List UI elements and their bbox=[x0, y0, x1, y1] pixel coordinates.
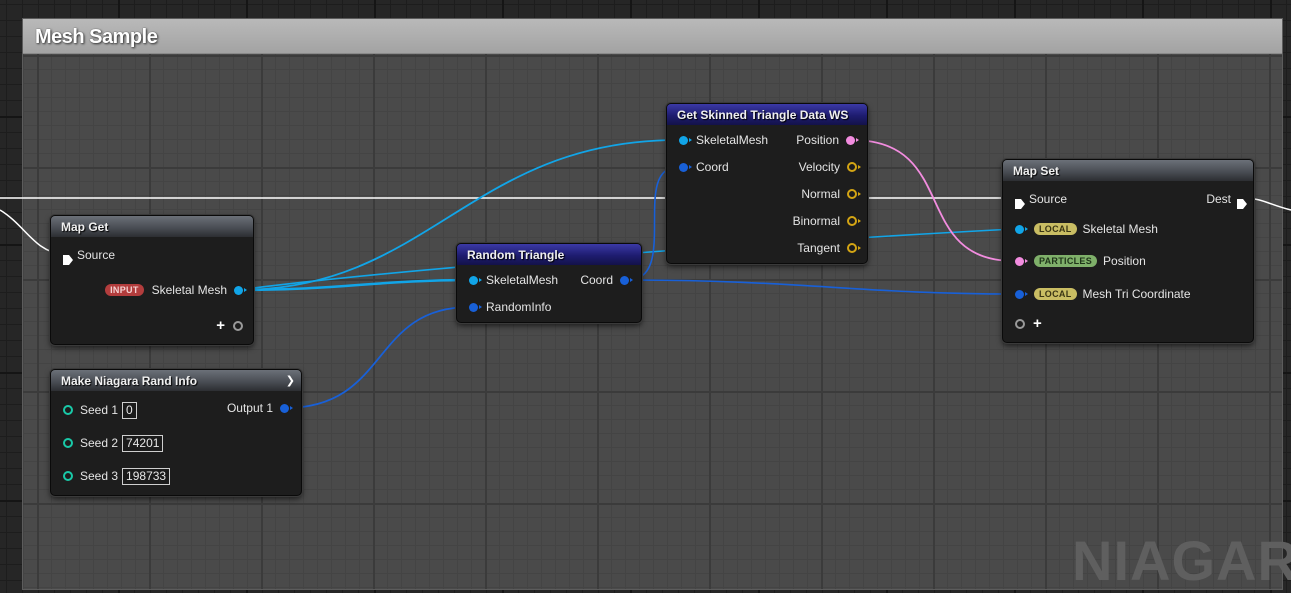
node-header: Random Triangle bbox=[457, 244, 641, 265]
plus-icon[interactable]: + bbox=[216, 318, 225, 333]
pin-label-velocity: Velocity bbox=[798, 160, 840, 174]
node-title: Map Set bbox=[1013, 164, 1060, 178]
seed-1-field[interactable]: 0 bbox=[122, 401, 137, 419]
pin-label-skeletal-mesh: SkeletalMesh bbox=[696, 133, 769, 147]
pin-label-position: Position bbox=[1103, 254, 1146, 268]
output-pin-position[interactable] bbox=[846, 135, 859, 145]
output-pin-binormal[interactable] bbox=[847, 216, 861, 226]
seed-3-field[interactable]: 198733 bbox=[122, 467, 171, 485]
pin-label-output-1: Output 1 bbox=[226, 401, 273, 415]
output-pin-velocity[interactable] bbox=[847, 162, 861, 172]
node-header: Get Skinned Triangle Data WS bbox=[667, 104, 867, 125]
seed-2-field[interactable]: 74201 bbox=[122, 434, 164, 452]
pin-label-source: Source bbox=[1029, 192, 1068, 206]
pin-label-skeletal-mesh: Skeletal Mesh bbox=[1082, 222, 1158, 236]
pin-label-seed-2: Seed 2 bbox=[80, 436, 119, 450]
pin-label-dest: Dest bbox=[1206, 192, 1231, 206]
add-pin[interactable] bbox=[1015, 319, 1025, 329]
output-pin-normal[interactable] bbox=[847, 189, 861, 199]
output-pin-tangent[interactable] bbox=[847, 243, 861, 253]
output-pin-output-1[interactable] bbox=[280, 403, 293, 413]
random-triangle-node[interactable]: Random Triangle SkeletalMesh RandomInfo … bbox=[456, 243, 642, 323]
niagara-watermark: NIAGARA bbox=[1072, 529, 1291, 592]
pin-label-skeletal-mesh: SkeletalMesh bbox=[486, 273, 559, 287]
node-title: Make Niagara Rand Info bbox=[61, 374, 198, 388]
pin-label-random-info: RandomInfo bbox=[486, 300, 552, 314]
pin-label-tangent: Tangent bbox=[797, 241, 840, 255]
node-title: Random Triangle bbox=[467, 248, 565, 262]
comment-header[interactable]: Mesh Sample bbox=[23, 19, 1282, 54]
node-header: Make Niagara Rand Info ❯ bbox=[51, 370, 301, 391]
input-pin-seed-1[interactable] bbox=[63, 405, 73, 415]
input-pin-seed-3[interactable] bbox=[63, 471, 73, 481]
pin-label-coord: Coord bbox=[580, 273, 613, 287]
pin-label-seed-1: Seed 1 bbox=[80, 403, 119, 417]
add-pin[interactable] bbox=[233, 321, 243, 331]
plus-icon[interactable]: + bbox=[1033, 316, 1042, 331]
pin-label-seed-3: Seed 3 bbox=[80, 469, 119, 483]
output-pin-skeletal-mesh[interactable] bbox=[234, 285, 247, 295]
comment-title: Mesh Sample bbox=[35, 26, 158, 48]
namespace-badge: LOCAL bbox=[1034, 223, 1077, 235]
input-pin-mesh-tri-coordinate[interactable] bbox=[1015, 289, 1028, 299]
map-get-node[interactable]: Map Get Source INPUT Skeletal Mesh + bbox=[50, 215, 254, 345]
input-pin-skeletal-mesh[interactable] bbox=[1015, 224, 1028, 234]
pin-label-coord: Coord bbox=[696, 160, 729, 174]
node-header: Map Set bbox=[1003, 160, 1253, 181]
pin-label-binormal: Binormal bbox=[792, 214, 840, 228]
pin-label-mesh-tri-coordinate: Mesh Tri Coordinate bbox=[1082, 287, 1191, 301]
input-pin-coord[interactable] bbox=[679, 162, 692, 172]
input-pin-position[interactable] bbox=[1015, 256, 1028, 266]
input-pin-seed-2[interactable] bbox=[63, 438, 73, 448]
chevron-down-icon[interactable]: ❯ bbox=[286, 374, 295, 387]
pin-label-source: Source bbox=[77, 248, 116, 262]
node-header: Map Get bbox=[51, 216, 253, 237]
output-pin-coord[interactable] bbox=[620, 275, 633, 285]
map-set-node[interactable]: Map Set Source Dest LOCAL Skeletal Mesh … bbox=[1002, 159, 1254, 343]
input-pin-random-info[interactable] bbox=[469, 302, 482, 312]
namespace-badge: LOCAL bbox=[1034, 288, 1077, 300]
namespace-badge: INPUT bbox=[105, 284, 144, 296]
pin-label-normal: Normal bbox=[801, 187, 840, 201]
node-title: Map Get bbox=[61, 220, 109, 234]
make-rand-info-node[interactable]: Make Niagara Rand Info ❯ Seed 1 0 Seed 2… bbox=[50, 369, 302, 496]
get-skinned-triangle-data-node[interactable]: Get Skinned Triangle Data WS SkeletalMes… bbox=[666, 103, 868, 264]
node-title: Get Skinned Triangle Data WS bbox=[677, 108, 849, 122]
input-pin-skeletal-mesh[interactable] bbox=[679, 135, 692, 145]
namespace-badge: PARTICLES bbox=[1034, 255, 1098, 267]
pin-label-skeletal-mesh: Skeletal Mesh bbox=[151, 283, 227, 297]
pin-label-position: Position bbox=[796, 133, 839, 147]
input-pin-skeletal-mesh[interactable] bbox=[469, 275, 482, 285]
